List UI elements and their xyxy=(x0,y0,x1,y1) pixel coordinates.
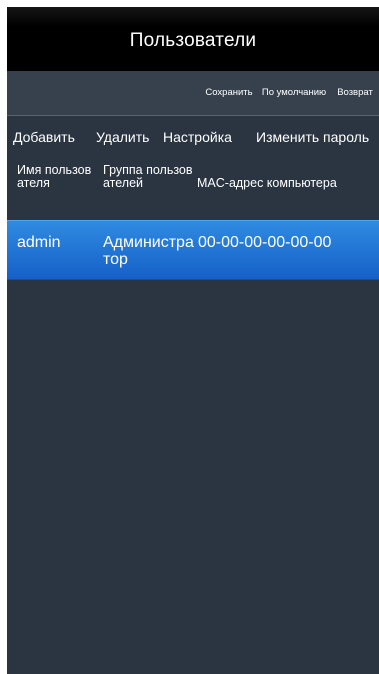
toolbar: Сохранить По умолчанию Возврат xyxy=(7,71,379,116)
action-bar: Добавить Удалить Настройка Изменить паро… xyxy=(7,116,379,156)
column-header-mac: MAC-адрес компьютера xyxy=(197,176,337,190)
table-header: Имя пользователя Группа пользователей MA… xyxy=(7,156,379,220)
save-button[interactable]: Сохранить xyxy=(199,71,259,115)
add-button[interactable]: Добавить xyxy=(13,116,75,158)
default-button[interactable]: По умолчанию xyxy=(261,71,327,115)
column-header-user-name: Имя пользователя xyxy=(17,163,92,190)
cell-user-group: Администратор xyxy=(103,234,194,268)
delete-button[interactable]: Удалить xyxy=(96,116,149,158)
table-row[interactable]: admin Администратор 00-00-00-00-00-00 xyxy=(7,220,379,280)
change-password-button[interactable]: Изменить пароль xyxy=(256,116,369,158)
page-title: Пользователи xyxy=(7,7,379,71)
app-screen: Пользователи Сохранить По умолчанию Возв… xyxy=(7,7,379,674)
cell-mac: 00-00-00-00-00-00 xyxy=(198,234,332,251)
column-header-user-group: Группа пользователей xyxy=(103,163,193,190)
cell-user-name: admin xyxy=(17,234,61,251)
back-button[interactable]: Возврат xyxy=(331,71,379,115)
settings-button[interactable]: Настройка xyxy=(163,116,232,158)
